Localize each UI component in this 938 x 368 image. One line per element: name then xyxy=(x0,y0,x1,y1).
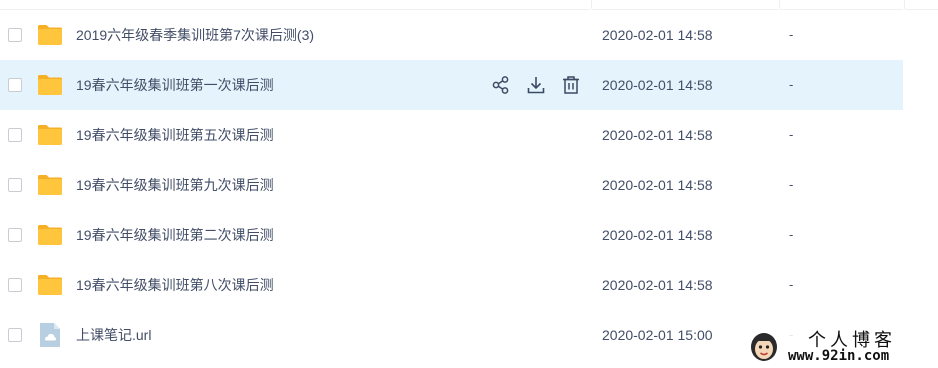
column-divider xyxy=(904,0,905,9)
modified-time: 2020-02-01 14:58 xyxy=(602,177,713,193)
file-name[interactable]: 2019六年级春季集训班第7次课后测(3) xyxy=(76,10,314,60)
folder-icon xyxy=(37,122,63,148)
file-name[interactable]: 19春六年级集训班第二次课后测 xyxy=(76,210,274,260)
modified-time: 2020-02-01 14:58 xyxy=(602,127,713,143)
row-checkbox[interactable] xyxy=(8,128,22,142)
modified-time: 2020-02-01 14:58 xyxy=(602,277,713,293)
file-size: - xyxy=(789,77,794,92)
file-row[interactable]: 2019六年级春季集训班第7次课后测(3) 2020-02-01 14:58 - xyxy=(0,10,903,60)
file-row[interactable]: 19春六年级集训班第二次课后测 2020-02-01 14:58 - xyxy=(0,210,903,260)
row-checkbox[interactable] xyxy=(8,328,22,342)
folder-icon xyxy=(37,272,63,298)
file-size: - xyxy=(789,277,794,292)
file-name[interactable]: 上课笔记.url xyxy=(76,310,151,360)
folder-icon xyxy=(37,72,63,98)
column-divider xyxy=(591,0,592,9)
download-icon xyxy=(527,77,545,94)
watermark-url: www.92in.com xyxy=(788,348,890,364)
file-row[interactable]: 19春六年级集训班第一次课后测 2020-02-01 14:58 - xyxy=(0,60,903,110)
file-size: - xyxy=(789,27,794,42)
modified-time: 2020-02-01 14:58 xyxy=(602,227,713,243)
list-header-border xyxy=(0,0,938,10)
file-size: - xyxy=(789,177,794,192)
file-name[interactable]: 19春六年级集训班第九次课后测 xyxy=(76,160,274,210)
delete-button[interactable] xyxy=(560,74,582,96)
file-row[interactable]: 19春六年级集训班第八次课后测 2020-02-01 14:58 - xyxy=(0,260,903,310)
header-divider xyxy=(905,9,938,10)
file-size: - xyxy=(789,127,794,142)
avatar-icon xyxy=(751,333,777,361)
modified-time: 2020-02-01 15:00 xyxy=(602,327,713,343)
column-divider xyxy=(779,0,780,9)
modified-time: 2020-02-01 14:58 xyxy=(602,27,713,43)
row-checkbox[interactable] xyxy=(8,278,22,292)
file-size: - xyxy=(789,227,794,242)
file-name[interactable]: 19春六年级集训班第一次课后测 xyxy=(76,60,274,110)
folder-icon xyxy=(37,22,63,48)
share-button[interactable] xyxy=(490,74,512,96)
file-name[interactable]: 19春六年级集训班第八次课后测 xyxy=(76,260,274,310)
file-row[interactable]: 19春六年级集训班第五次课后测 2020-02-01 14:58 - xyxy=(0,110,903,160)
file-row[interactable]: 19春六年级集训班第九次课后测 2020-02-01 14:58 - xyxy=(0,160,903,210)
trash-icon xyxy=(563,76,579,94)
row-checkbox[interactable] xyxy=(8,28,22,42)
file-name[interactable]: 19春六年级集训班第五次课后测 xyxy=(76,110,274,160)
row-checkbox[interactable] xyxy=(8,78,22,92)
folder-icon xyxy=(37,172,63,198)
url-file-icon xyxy=(37,322,63,348)
row-checkbox[interactable] xyxy=(8,228,22,242)
file-list: 2019六年级春季集训班第7次课后测(3) 2020-02-01 14:58 -… xyxy=(0,10,903,360)
share-icon xyxy=(492,76,509,94)
watermark: 个人博客 www.92in.com xyxy=(740,324,938,368)
row-checkbox[interactable] xyxy=(8,178,22,192)
modified-time: 2020-02-01 14:58 xyxy=(602,77,713,93)
folder-icon xyxy=(37,222,63,248)
download-button[interactable] xyxy=(525,74,547,96)
